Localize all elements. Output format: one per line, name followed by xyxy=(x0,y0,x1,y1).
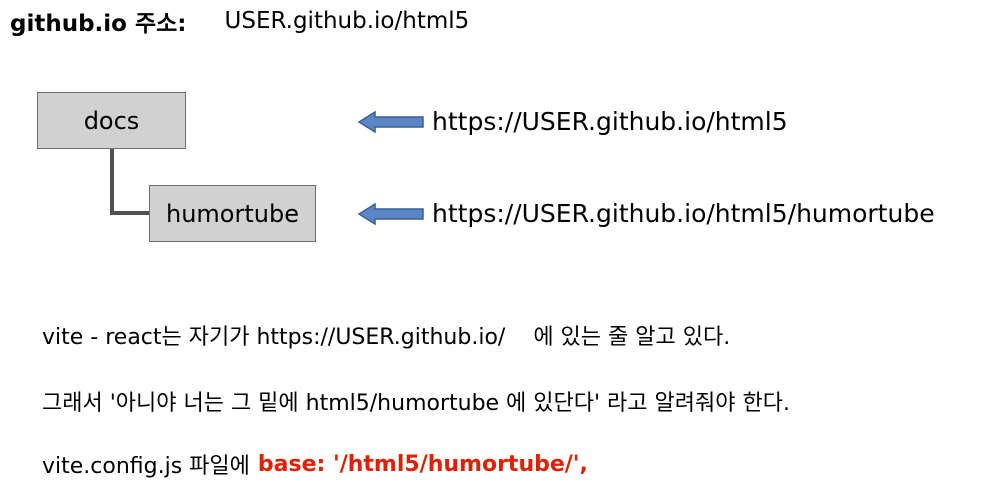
note-line-1: vite - react는 자기가 https://USER.github.io… xyxy=(42,318,730,352)
folder-label-docs: docs xyxy=(83,106,140,135)
tree-connector-line xyxy=(110,149,149,215)
tree-connector xyxy=(110,149,149,215)
note-line-3: vite.config.js 파일에 base: '/html5/humortu… xyxy=(42,447,588,481)
config-base-highlight: base: '/html5/humortube/', xyxy=(257,451,588,477)
note-line-1-start: vite - react는 자기가 https://USER.github.io… xyxy=(42,325,506,350)
folder-label-humortube: humortube xyxy=(166,199,299,228)
note-line-2: 그래서 '아니야 너는 그 밑에 html5/humortube 에 있단다' … xyxy=(42,391,790,416)
left-arrow-icon xyxy=(357,202,424,226)
note-line-1-end: 에 있는 줄 알고 있다. xyxy=(533,325,731,350)
note-line-3-prefix: vite.config.js 파일에 xyxy=(42,454,250,479)
left-arrow-icon xyxy=(357,110,424,134)
folder-box-docs: docs xyxy=(37,92,186,149)
url-humortube: https://USER.github.io/html5/humortube xyxy=(432,198,935,228)
folder-box-humortube: humortube xyxy=(149,185,316,242)
url-docs: https://USER.github.io/html5 xyxy=(432,106,788,136)
